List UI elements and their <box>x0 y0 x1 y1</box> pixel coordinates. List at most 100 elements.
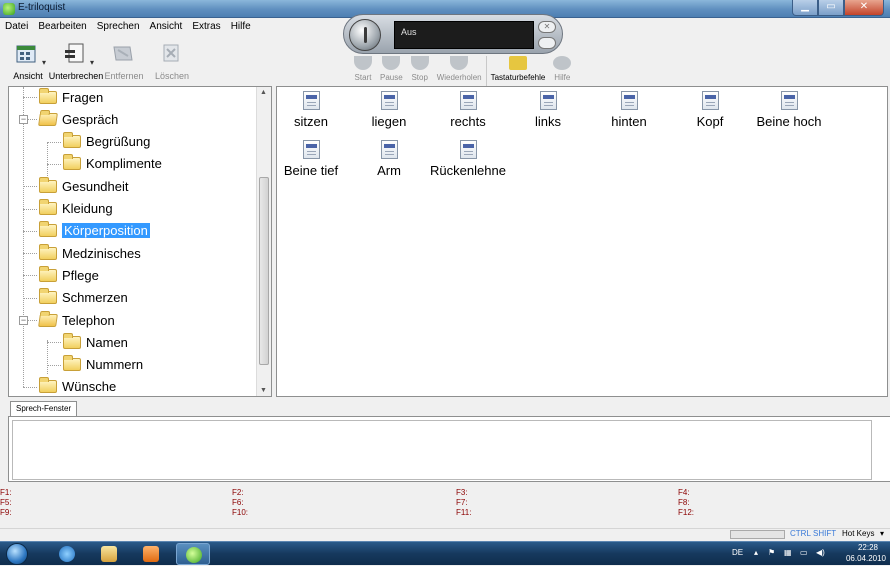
phrase-item[interactable]: rechts <box>428 87 508 137</box>
menu-hilfe[interactable]: Hilfe <box>226 18 256 36</box>
display-icon[interactable]: ▭ <box>800 548 808 557</box>
phrase-document-icon <box>620 91 638 110</box>
phrase-item[interactable]: Beine hoch <box>749 87 829 137</box>
taskbar-explorer[interactable] <box>92 543 126 565</box>
speech-text-area[interactable] <box>12 420 872 480</box>
menu-extras[interactable]: Extras <box>187 18 225 36</box>
taskbar-internet-explorer[interactable] <box>50 543 84 565</box>
tree-collapse-icon[interactable]: − <box>19 316 28 325</box>
hilfe-button[interactable]: Hilfe <box>549 56 575 86</box>
menu-sprechen[interactable]: Sprechen <box>92 18 145 36</box>
tree-item[interactable]: Körperposition <box>39 220 150 242</box>
function-key-slot[interactable]: F8: <box>678 498 690 507</box>
function-key-slot[interactable]: F3: <box>456 488 468 497</box>
tree-item-label: Begrüßung <box>86 134 151 150</box>
tree-item[interactable]: Begrüßung <box>63 131 150 153</box>
tree-item[interactable]: Fragen <box>39 87 103 108</box>
tree-scrollbar[interactable]: ▲ ▼ <box>256 87 271 396</box>
tree-item[interactable]: Medzinisches <box>39 242 141 264</box>
ansicht-button[interactable]: ▾ Ansicht <box>4 36 52 86</box>
phrase-item-label: sitzen <box>294 114 328 129</box>
function-key-slot[interactable]: F10: <box>232 508 248 517</box>
clock-time[interactable]: 22:28 <box>858 543 878 552</box>
maximize-button[interactable]: ▭ <box>818 0 844 16</box>
taskbar-media-player[interactable] <box>134 543 168 565</box>
function-key-slot[interactable]: F9: <box>0 508 12 517</box>
start-button[interactable]: Start <box>350 56 376 86</box>
scroll-down-icon[interactable]: ▼ <box>260 387 267 394</box>
phrase-item[interactable]: Kopf <box>670 87 750 137</box>
function-key-slot[interactable]: F4: <box>678 488 690 497</box>
action-center-icon[interactable]: ⚑ <box>768 548 775 557</box>
app-icon <box>3 3 15 15</box>
status-hotkeys[interactable]: Hot Keys <box>842 529 874 538</box>
loeschen-button[interactable]: Löschen <box>148 36 196 86</box>
phrase-item[interactable]: Rückenlehne <box>428 136 508 186</box>
function-key-slot[interactable]: F11: <box>456 508 471 517</box>
tab-sprech-fenster[interactable]: Sprech-Fenster <box>10 401 78 417</box>
tree-item[interactable]: Komplimente <box>63 153 162 175</box>
scroll-up-icon[interactable]: ▲ <box>260 89 267 96</box>
scroll-thumb[interactable] <box>259 177 269 365</box>
tree-connector <box>47 340 48 374</box>
status-ctrl: CTRL <box>790 529 811 538</box>
phrase-item[interactable]: Arm <box>349 136 429 186</box>
phrase-item[interactable]: Beine tief <box>271 136 351 186</box>
volume-icon[interactable]: ◀) <box>816 548 825 557</box>
tree-item[interactable]: Kleidung <box>39 198 113 220</box>
start-button[interactable] <box>6 543 28 565</box>
close-button[interactable]: ✕ <box>844 0 884 16</box>
show-hidden-icons-icon[interactable]: ▴ <box>754 548 758 557</box>
widget-minimize-icon[interactable] <box>538 37 556 49</box>
pause-button[interactable]: Pause <box>376 56 407 86</box>
help-icon <box>553 56 572 70</box>
tree-item[interactable]: Namen <box>63 331 128 353</box>
entfernen-button[interactable]: Entfernen <box>100 36 148 86</box>
taskbar-e-triloquist[interactable] <box>176 543 210 565</box>
tastaturbefehle-button[interactable]: Tastaturbefehle <box>485 56 550 86</box>
menu-ansicht[interactable]: Ansicht <box>145 18 188 36</box>
phrase-item[interactable]: hinten <box>589 87 669 137</box>
minimize-button[interactable]: ▁ <box>792 0 818 16</box>
power-knob[interactable] <box>349 19 381 51</box>
tree-item[interactable]: Pflege <box>39 264 99 286</box>
function-key-slot[interactable]: F6: <box>232 498 244 507</box>
playback-toolbar: Start Pause Stop Wiederholen Tastaturbef… <box>350 56 595 86</box>
phrase-item[interactable]: sitzen <box>271 87 351 137</box>
phrase-item-label: Rückenlehne <box>430 163 506 178</box>
clock-date[interactable]: 06.04.2010 <box>846 554 886 563</box>
folder-icon <box>63 332 81 349</box>
phrase-item[interactable]: liegen <box>349 87 429 137</box>
tree-collapse-icon[interactable]: − <box>19 115 28 125</box>
tree-item[interactable]: Gesundheit <box>39 175 129 197</box>
menu-datei[interactable]: Datei <box>0 18 33 36</box>
keyboard-icon <box>508 56 527 70</box>
stop-button[interactable]: Stop <box>407 56 433 86</box>
language-indicator[interactable]: DE <box>732 548 743 557</box>
phrase-item-label: Beine hoch <box>756 114 822 129</box>
folder-icon <box>63 154 81 171</box>
tree-item-label: Schmerzen <box>62 290 128 306</box>
unterbrechen-button[interactable]: ▾ Unterbrechen <box>49 36 103 86</box>
chevron-down-icon[interactable]: ▾ <box>880 529 884 538</box>
function-key-slot[interactable]: F5: <box>0 498 12 507</box>
tree-item[interactable]: Wünsche <box>39 376 116 396</box>
tree-item[interactable]: Gespräch <box>38 108 118 130</box>
phrase-document-icon <box>780 91 798 110</box>
widget-close-icon[interactable]: ✕ <box>538 21 556 33</box>
tree-connector <box>47 364 61 366</box>
function-key-slot[interactable]: F12: <box>678 508 694 517</box>
function-keys: F1: F2: F3: F4: F5: F6: F7: F8: F9: F10: F11: F12: <box>0 488 890 528</box>
tree-item[interactable]: Telephon <box>38 309 115 331</box>
tree-item[interactable]: Schmerzen <box>39 287 128 309</box>
function-key-slot[interactable]: F1: <box>0 488 12 497</box>
function-key-slot[interactable]: F7: <box>456 498 468 507</box>
wiederholen-button[interactable]: Wiederholen <box>433 56 486 86</box>
function-key-slot[interactable]: F2: <box>232 488 244 497</box>
stop-label: Stop <box>411 73 428 82</box>
network-icon[interactable]: ▦ <box>784 548 792 557</box>
tree-item[interactable]: Nummern <box>63 354 143 376</box>
menu-bearbeiten[interactable]: Bearbeiten <box>33 18 91 36</box>
phrase-item[interactable]: links <box>508 87 588 137</box>
loeschen-label: Löschen <box>154 71 190 81</box>
